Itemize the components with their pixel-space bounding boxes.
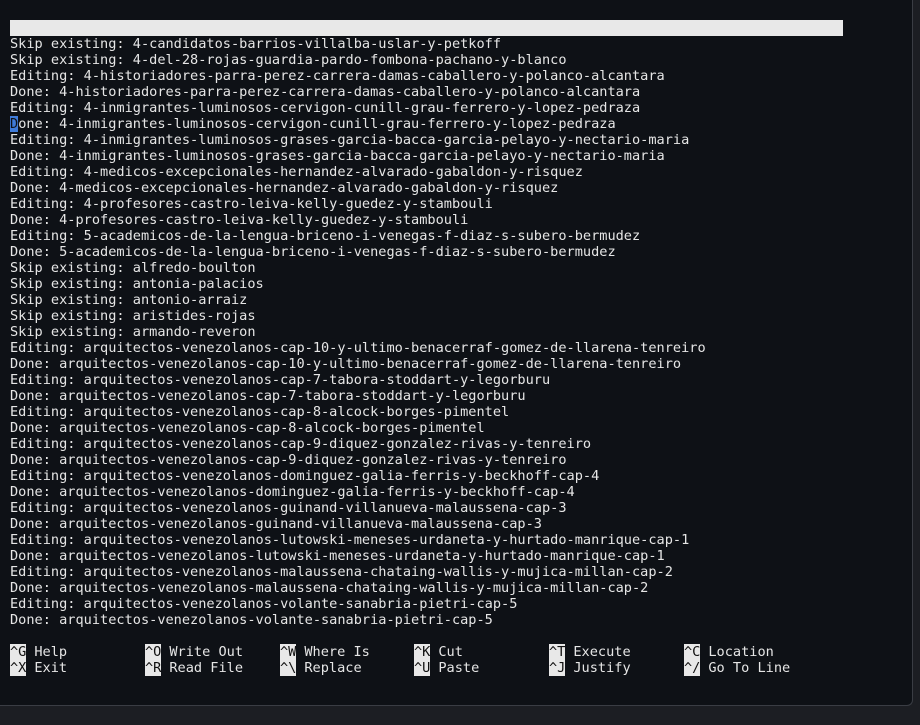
log-line[interactable]: Done: 4-medicos-excepcionales-hernandez-…	[10, 180, 900, 196]
log-line[interactable]: Editing: arquitectos-venezolanos-domingu…	[10, 468, 900, 484]
shortcut-key: ^U	[414, 660, 431, 676]
shortcut-label: Cut	[438, 644, 463, 660]
log-line[interactable]: Editing: arquitectos-venezolanos-guinand…	[10, 500, 900, 516]
shortcut-row-2: ^X Exit ^R Read File ^\ Replace ^U Paste ^J Justi…	[10, 660, 900, 676]
log-line[interactable]: Editing: arquitectos-venezolanos-volante…	[10, 596, 900, 612]
log-line[interactable]: Editing: 4-inmigrantes-luminosos-grases-…	[10, 132, 900, 148]
shortcut-row-1: ^G Help ^O Write Out ^W Where Is ^K Cut ^T Execut…	[10, 644, 900, 660]
shortcut-location[interactable]: ^C Location	[684, 644, 774, 660]
log-line[interactable]: Done: arquitectos-venezolanos-cap-10-y-u…	[10, 356, 900, 372]
log-line[interactable]: Editing: 4-historiadores-parra-perez-car…	[10, 68, 900, 84]
log-line[interactable]: Done: 4-inmigrantes-luminosos-cervigon-c…	[10, 116, 900, 132]
shortcut-key: ^T	[549, 644, 566, 660]
nano-title-bar: GNU nano 7.2 editorial.log	[10, 20, 843, 68]
shortcut-label: Justify	[573, 660, 631, 676]
shortcut-label: Where Is	[304, 644, 370, 660]
shortcut-key: ^J	[549, 660, 566, 676]
log-line[interactable]: Done: arquitectos-venezolanos-lutowski-m…	[10, 548, 900, 564]
shortcut-label: Replace	[304, 660, 362, 676]
shortcut-key: ^\	[280, 660, 297, 676]
shortcut-label: Exit	[34, 660, 68, 676]
shortcut-replace[interactable]: ^\ Replace	[280, 660, 362, 676]
log-line[interactable]: Skip existing: antonia-palacios	[10, 276, 900, 292]
shortcut-key: ^/	[684, 660, 701, 676]
shortcut-key: ^R	[145, 660, 162, 676]
log-line[interactable]: Skip existing: alfredo-boulton	[10, 260, 900, 276]
log-line[interactable]: Done: 4-inmigrantes-luminosos-grases-gar…	[10, 148, 900, 164]
shortcut-label: Execute	[573, 644, 631, 660]
shortcut-key: ^C	[684, 644, 701, 660]
log-line[interactable]: Editing: 4-medicos-excepcionales-hernand…	[10, 164, 900, 180]
log-line[interactable]: Editing: 4-profesores-castro-leiva-kelly…	[10, 196, 900, 212]
log-line[interactable]: Skip existing: antonio-arraiz	[10, 292, 900, 308]
shortcut-label: Location	[708, 644, 774, 660]
log-line[interactable]: Editing: arquitectos-venezolanos-lutowsk…	[10, 532, 900, 548]
shortcut-key: ^K	[414, 644, 431, 660]
log-line[interactable]: Editing: 5-academicos-de-la-lengua-brice…	[10, 228, 900, 244]
shortcut-label: Go To Line	[708, 660, 791, 676]
shortcut-label: Read File	[169, 660, 244, 676]
log-line[interactable]: Editing: arquitectos-venezolanos-cap-9-d…	[10, 436, 900, 452]
log-line[interactable]: Done: arquitectos-venezolanos-cap-9-diqu…	[10, 452, 900, 468]
log-line[interactable]: Done: arquitectos-venezolanos-malaussena…	[10, 580, 900, 596]
terminal-window: GNU nano 7.2 editorial.log Skip existing…	[0, 0, 913, 706]
log-line[interactable]: Done: arquitectos-venezolanos-volante-sa…	[10, 612, 900, 628]
shortcut-key: ^X	[10, 660, 27, 676]
log-line-text: one: 4-inmigrantes-luminosos-cervigon-cu…	[18, 116, 616, 132]
shortcut-write-out[interactable]: ^O Write Out	[145, 644, 243, 660]
log-line[interactable]: Skip existing: aristides-rojas	[10, 308, 900, 324]
log-line[interactable]: Editing: arquitectos-venezolanos-cap-7-t…	[10, 372, 900, 388]
shortcut-exit[interactable]: ^X Exit	[10, 660, 67, 676]
window-bottom-strip	[0, 706, 920, 725]
shortcut-justify[interactable]: ^J Justify	[549, 660, 631, 676]
log-line[interactable]: Editing: 4-inmigrantes-luminosos-cervigo…	[10, 100, 900, 116]
editor-buffer[interactable]: Skip existing: 4-candidatos-barrios-vill…	[10, 36, 900, 628]
shortcut-execute[interactable]: ^T Execute	[549, 644, 631, 660]
shortcut-key: ^O	[145, 644, 162, 660]
log-line[interactable]: Editing: arquitectos-venezolanos-cap-8-a…	[10, 404, 900, 420]
shortcut-read-file[interactable]: ^R Read File	[145, 660, 243, 676]
log-line[interactable]: Done: arquitectos-venezolanos-dominguez-…	[10, 484, 900, 500]
shortcut-label: Help	[34, 644, 68, 660]
shortcut-label: Paste	[438, 660, 480, 676]
log-line[interactable]: Done: 5-academicos-de-la-lengua-briceno-…	[10, 244, 900, 260]
shortcut-key: ^G	[10, 644, 27, 660]
log-line[interactable]: Skip existing: armando-reveron	[10, 324, 900, 340]
shortcut-cut[interactable]: ^K Cut	[414, 644, 463, 660]
shortcut-label: Write Out	[169, 644, 244, 660]
shortcut-go-to-line[interactable]: ^/ Go To Line	[684, 660, 790, 676]
shortcut-bar: ^G Help ^O Write Out ^W Where Is ^K Cut ^T Execut…	[10, 644, 900, 676]
log-line[interactable]: Done: arquitectos-venezolanos-guinand-vi…	[10, 516, 900, 532]
log-line[interactable]: Done: arquitectos-venezolanos-cap-8-alco…	[10, 420, 900, 436]
log-line[interactable]: Done: arquitectos-venezolanos-cap-7-tabo…	[10, 388, 900, 404]
log-line[interactable]: Skip existing: 4-candidatos-barrios-vill…	[10, 36, 900, 52]
shortcut-help[interactable]: ^G Help	[10, 644, 67, 660]
log-line[interactable]: Done: 4-historiadores-parra-perez-carrer…	[10, 84, 900, 100]
shortcut-paste[interactable]: ^U Paste	[414, 660, 479, 676]
shortcut-key: ^W	[280, 644, 297, 660]
log-line[interactable]: Done: 4-profesores-castro-leiva-kelly-gu…	[10, 212, 900, 228]
log-line[interactable]: Editing: arquitectos-venezolanos-cap-10-…	[10, 340, 900, 356]
log-line[interactable]: Skip existing: 4-del-28-rojas-guardia-pa…	[10, 52, 900, 68]
text-cursor: D	[10, 116, 19, 132]
log-line[interactable]: Editing: arquitectos-venezolanos-malauss…	[10, 564, 900, 580]
shortcut-where-is[interactable]: ^W Where Is	[280, 644, 370, 660]
